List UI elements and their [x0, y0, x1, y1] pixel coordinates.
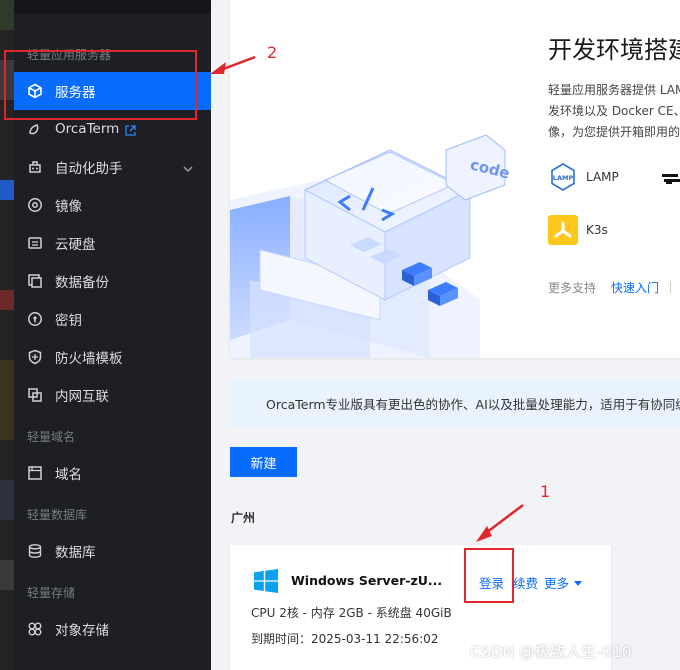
more-support-label: 更多支持 [548, 281, 597, 295]
sidebar-item-label: 镜像 [55, 199, 82, 215]
lamp-icon: LAMP [551, 163, 575, 191]
image-disc-icon [27, 197, 43, 213]
group-title-storage: 轻量存储 [27, 586, 76, 600]
database-icon [27, 543, 43, 559]
firewall-icon [27, 349, 43, 365]
sidebar: 轻量应用服务器 服务器 OrcaTerm 自动化助手 镜像 云硬盘 数据备份 密… [14, 0, 211, 670]
new-instance-button[interactable]: 新建 [230, 447, 297, 477]
orcaterm-notice: OrcaTerm专业版具有更出色的协作、AI以及批量处理能力，适用于有协同编 [230, 379, 680, 427]
external-link-icon [125, 124, 136, 136]
sidebar-item-key[interactable]: 密钥 [14, 300, 211, 338]
instance-name[interactable]: Windows Server-zU... [291, 573, 442, 588]
sidebar-item-orcaterm[interactable]: OrcaTerm [14, 110, 211, 148]
sidebar-item-cloud-disk[interactable]: 云硬盘 [14, 224, 211, 262]
sidebar-item-label: 对象存储 [55, 623, 109, 639]
docker-logo-partial [660, 171, 680, 185]
sidebar-item-label: 服务器 [55, 85, 96, 101]
sidebar-item-firewall[interactable]: 防火墙模板 [14, 338, 211, 376]
sidebar-item-server[interactable]: 服务器 [14, 72, 211, 110]
sidebar-top [14, 0, 211, 14]
more-dropdown[interactable]: 更多 [544, 573, 583, 592]
orcaterm-icon [27, 121, 43, 137]
sidebar-item-database[interactable]: 数据库 [14, 532, 211, 570]
tech-lamp[interactable]: LAMP LAMP [548, 162, 619, 192]
sidebar-item-label: 内网互联 [55, 389, 109, 405]
instance-expire-time: 到期时间：2025-03-11 22:56:02 [251, 632, 439, 646]
key-icon [27, 311, 43, 327]
desktop-background [0, 0, 14, 670]
k3s-icon [548, 215, 578, 245]
divider [670, 281, 671, 293]
automation-icon [27, 159, 43, 175]
caret-down-icon [574, 580, 583, 586]
sidebar-item-automation[interactable]: 自动化助手 [14, 148, 211, 186]
instance-spec: CPU 2核 - 内存 2GB - 系统盘 40GiB [251, 606, 452, 620]
dev-env-banner: code 开发环境搭建 轻量应用服务器提供 LAMP 发环境以及 Docker … [230, 0, 680, 358]
cloud-disk-icon [27, 235, 43, 251]
sidebar-item-label: 防火墙模板 [55, 351, 123, 367]
notice-text: OrcaTerm专业版具有更出色的协作、AI以及批量处理能力，适用于有协同编 [266, 396, 680, 412]
annotation-number-2: 2 [267, 43, 278, 62]
csdn-watermark: CSDN @极致人生-010 [470, 643, 632, 661]
domain-icon [27, 465, 43, 481]
sidebar-item-image[interactable]: 镜像 [14, 186, 211, 224]
banner-description: 轻量应用服务器提供 LAMP 发环境以及 Docker CE、 像，为您提供开箱… [548, 83, 680, 139]
sidebar-item-label: OrcaTerm [55, 121, 120, 137]
tech-k3s[interactable]: K3s [548, 215, 608, 245]
group-title-lighthouse: 轻量应用服务器 [27, 48, 112, 62]
sidebar-item-backup[interactable]: 数据备份 [14, 262, 211, 300]
quick-start-link[interactable]: 快速入门 [611, 279, 659, 296]
region-label: 广州 [231, 511, 256, 525]
sidebar-item-label: 域名 [55, 467, 82, 483]
sidebar-item-object-storage[interactable]: 对象存储 [14, 610, 211, 648]
main-content: code 开发环境搭建 轻量应用服务器提供 LAMP 发环境以及 Docker … [211, 0, 680, 670]
windows-logo-icon [254, 569, 278, 593]
sidebar-item-label: 数据库 [55, 545, 96, 561]
backup-icon [27, 273, 43, 289]
object-storage-icon [27, 621, 43, 637]
annotation-number-1: 1 [540, 482, 551, 501]
network-icon [27, 387, 43, 403]
login-button[interactable]: 登录 [479, 573, 504, 592]
renew-button[interactable]: 续费 [513, 573, 538, 592]
sidebar-item-domain[interactable]: 域名 [14, 454, 211, 492]
group-title-database: 轻量数据库 [27, 508, 88, 522]
cube-icon [27, 83, 43, 99]
sidebar-item-label: 云硬盘 [55, 237, 96, 253]
sidebar-item-label: 自动化助手 [55, 161, 123, 177]
page-title: 开发环境搭建 [548, 36, 680, 64]
sidebar-item-label: 密钥 [55, 313, 82, 329]
sidebar-item-label: 数据备份 [55, 275, 109, 291]
chevron-down-icon[interactable] [183, 161, 193, 177]
svg-text:LAMP: LAMP [553, 174, 574, 182]
sidebar-item-network[interactable]: 内网互联 [14, 376, 211, 414]
group-title-domain: 轻量域名 [27, 430, 76, 444]
